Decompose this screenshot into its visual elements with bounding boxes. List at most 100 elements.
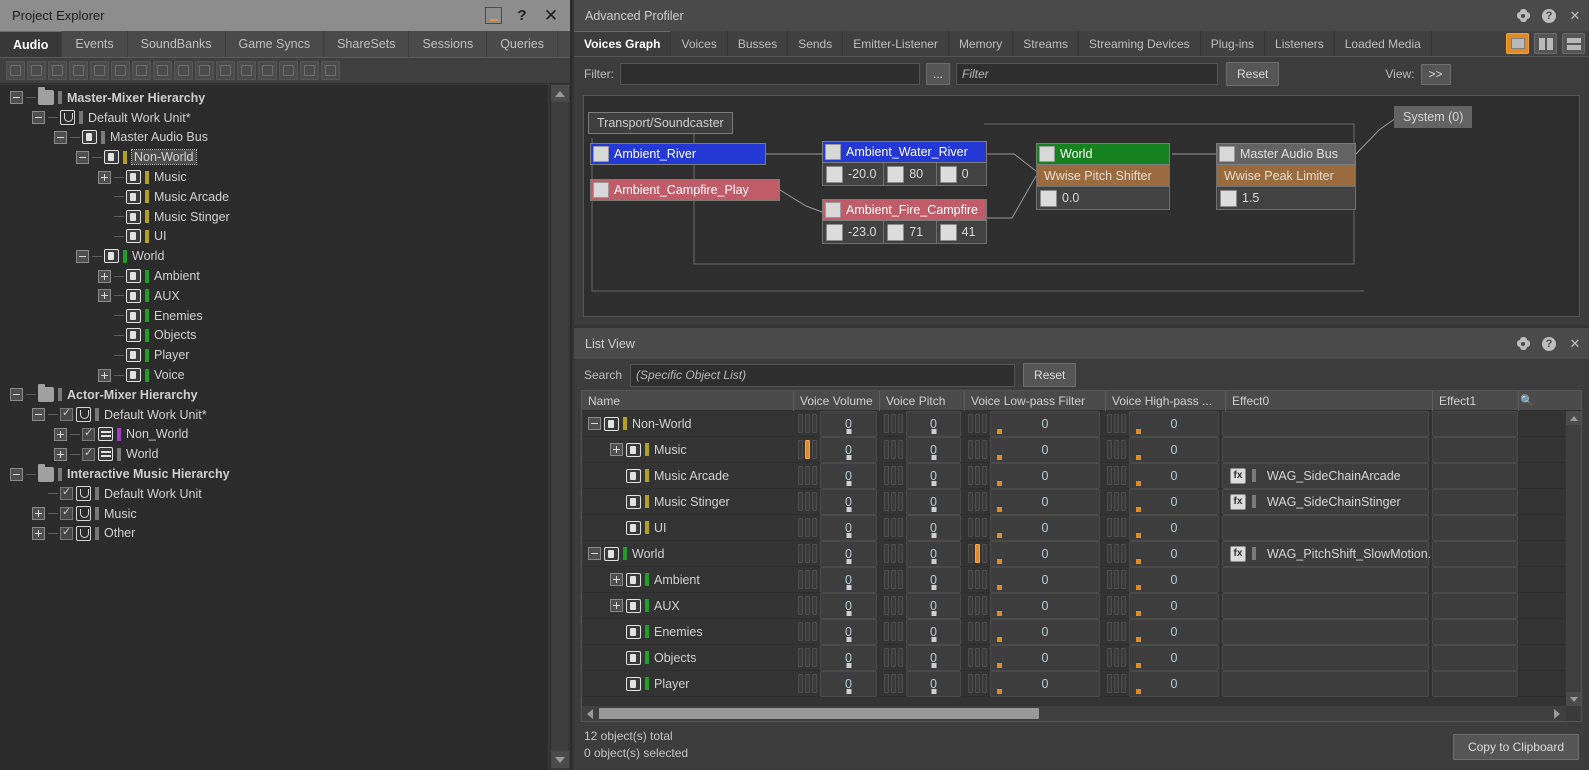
search-input[interactable]: (Specific Object List) [630,363,1016,387]
tree-item[interactable]: Master-Mixer Hierarchy [0,87,548,108]
effect1-cell[interactable] [1432,670,1518,697]
tree-expander-minus-icon[interactable] [32,408,45,422]
tree-expander-minus-icon[interactable] [10,91,23,105]
tab-streaming-devices[interactable]: Streaming Devices [1079,31,1201,56]
project-explorer-scrollbar[interactable] [550,85,569,768]
tab-soundbanks[interactable]: SoundBanks [128,31,226,57]
effect1-cell[interactable] [1432,618,1518,645]
new-work-unit-icon[interactable] [6,61,25,80]
view-expand-button[interactable]: >> [1420,63,1451,85]
tree-item[interactable]: Enemies [0,306,548,326]
effect1-cell[interactable] [1432,566,1518,593]
filter-browse-button[interactable]: ... [926,63,951,85]
column-header-voice-high-pass-[interactable]: Voice High-pass ... [1106,391,1226,411]
table-row[interactable]: Music 0 0 0 0 [582,436,1566,463]
single-pane-view-button[interactable] [1506,33,1529,54]
new-sequence-container-icon[interactable] [132,61,151,80]
tab-sessions[interactable]: Sessions [409,31,488,57]
table-row[interactable]: World 0 0 0 0 fx WAG_PitchShift_SlowMotion.. [582,540,1566,567]
column-header-voice-pitch[interactable]: Voice Pitch [880,391,965,411]
effect0-cell[interactable] [1222,592,1429,619]
new-music-switch-icon[interactable] [258,61,277,80]
row-expander-plus-icon[interactable] [610,573,623,586]
new-aux-bus-icon[interactable] [237,61,256,80]
tree-item[interactable]: Non-World [0,147,548,167]
help-button[interactable]: ? [509,4,535,28]
table-row[interactable]: UI 0 0 0 0 [582,514,1566,541]
tree-expander-plus-icon[interactable] [32,526,45,540]
graph-node-ambient-fire-campfire-voice[interactable]: Ambient_Fire_Campfire -23.0 71 41 [822,199,987,244]
tree-item[interactable]: Default Work Unit [0,484,548,504]
tree-item[interactable]: Player [0,345,548,365]
new-motion-fx-icon[interactable] [195,61,214,80]
effect1-cell[interactable] [1432,644,1518,671]
tree-item[interactable]: Music [0,167,548,187]
scroll-down-arrow-icon[interactable] [551,751,569,768]
project-explorer-tree[interactable]: Master-Mixer Hierarchy Default Work Unit*… [0,85,548,770]
effect0-cell[interactable]: fx WAG_SideChainStinger [1222,488,1429,515]
tree-item[interactable]: World [0,444,548,464]
horizontal-scroll-thumb[interactable] [599,708,1039,719]
horizontal-split-view-button[interactable] [1562,33,1585,54]
effect0-cell[interactable] [1222,618,1429,645]
graph-node-world-bus[interactable]: World Wwise Pitch Shifter 0.0 [1036,143,1170,210]
tab-queries[interactable]: Queries [487,31,558,57]
scroll-up-arrow-icon[interactable] [551,85,569,102]
row-expander-plus-icon[interactable] [610,599,623,612]
graph-node-ambient-water-river-voice[interactable]: Ambient_Water_River -20.0 80 0 [822,141,987,186]
tree-item[interactable]: Non_World [0,425,548,445]
row-expander-minus-icon[interactable] [588,417,601,430]
new-blend-container-icon[interactable] [90,61,109,80]
tab-busses[interactable]: Busses [728,31,789,56]
tab-voices-graph[interactable]: Voices Graph [574,31,672,56]
tree-item[interactable]: Actor-Mixer Hierarchy [0,384,548,405]
copy-to-clipboard-button[interactable]: Copy to Clipboard [1452,734,1579,760]
help-icon[interactable]: ? [1539,5,1559,27]
tree-item[interactable]: Ambient [0,266,548,286]
settings-gear-icon[interactable] [1513,333,1533,355]
effect1-cell[interactable] [1432,436,1518,463]
minimize-button[interactable] [480,4,506,28]
tree-checkbox[interactable] [82,446,95,461]
scroll-right-arrow-icon[interactable] [1554,708,1560,719]
list-view-vertical-scrollbar[interactable] [1566,411,1581,706]
effect0-cell[interactable] [1222,566,1429,593]
tree-checkbox[interactable] [60,505,73,521]
effect0-cell[interactable] [1222,670,1429,697]
list-view-rows[interactable]: Non-World 0 0 0 0 Music 0 0 0 0 Music Arcade 0 0 0 0 fx… [582,411,1566,706]
tab-audio[interactable]: Audio [0,31,63,57]
tree-expander-plus-icon[interactable] [98,368,111,382]
effect0-cell[interactable] [1222,436,1429,463]
column-header-name[interactable]: Name [582,391,794,411]
graph-node-ambient-river-event[interactable]: Ambient_River [590,143,766,165]
new-music-segment-icon[interactable] [300,61,319,80]
tree-item[interactable]: Other [0,524,548,544]
settings-gear-icon[interactable] [1513,5,1533,27]
new-audio-bus-icon[interactable] [216,61,235,80]
column-header-effect1[interactable]: Effect1 [1433,391,1519,411]
tree-expander-plus-icon[interactable] [98,170,111,184]
tree-expander-minus-icon[interactable] [10,388,23,402]
table-row[interactable]: Enemies 0 0 0 0 [582,618,1566,645]
new-sound-sfx-icon[interactable] [174,61,193,80]
effect0-cell[interactable]: fx WAG_SideChainArcade [1222,462,1429,489]
column-header-voice-volume[interactable]: Voice Volume [794,391,880,411]
new-random-container-icon[interactable] [153,61,172,80]
effect0-cell[interactable]: fx WAG_PitchShift_SlowMotion.. [1222,540,1435,567]
tree-item[interactable]: Default Work Unit* [0,108,548,128]
tree-checkbox[interactable] [60,485,73,501]
scroll-down-arrow-icon[interactable] [1566,692,1581,706]
list-view-column-headers[interactable]: Name Voice Volume Voice Pitch Voice Low-pas… [582,391,1581,411]
tree-item[interactable]: World [0,246,548,266]
column-header-voice-low-pass-filter[interactable]: Voice Low-pass Filter [965,391,1106,411]
tree-expander-plus-icon[interactable] [98,289,111,303]
tab-listeners[interactable]: Listeners [1265,31,1335,56]
effect0-cell[interactable] [1222,644,1429,671]
tab-loaded-media[interactable]: Loaded Media [1335,31,1432,56]
scroll-left-arrow-icon[interactable] [587,708,593,719]
row-expander-plus-icon[interactable] [610,443,623,456]
list-view-horizontal-scrollbar[interactable] [582,706,1566,721]
tab-plug-ins[interactable]: Plug-ins [1201,31,1266,56]
tab-events[interactable]: Events [62,31,128,57]
text-filter-input[interactable]: Filter [956,63,1219,85]
